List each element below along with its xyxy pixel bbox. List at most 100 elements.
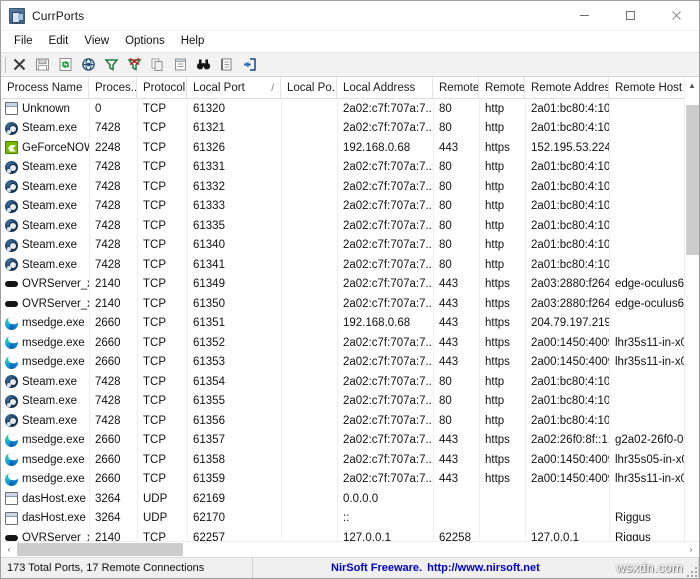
cell-local-address: 2a02:c7f:707a:7...	[337, 99, 433, 119]
table-row[interactable]: OVRServer_x6...2140TCP62257127.0.0.16225…	[1, 528, 699, 541]
cell-process-name: Steam.exe	[1, 177, 89, 197]
table-row[interactable]: msedge.exe2660TCP61351192.168.0.68443htt…	[1, 314, 699, 334]
table-row[interactable]: Steam.exe7428TCP613322a02:c7f:707a:7...8…	[1, 177, 699, 197]
table-body[interactable]: Unknown0TCP613202a02:c7f:707a:7...80http…	[1, 99, 699, 541]
window-icon	[5, 512, 18, 525]
col-local-address[interactable]: Local Address	[337, 77, 433, 99]
cell-remote-port-name: https	[479, 431, 525, 451]
col-process-name[interactable]: Process Name	[1, 77, 89, 99]
table-row[interactable]: Steam.exe7428TCP613542a02:c7f:707a:7...8…	[1, 372, 699, 392]
table-row[interactable]: Steam.exe7428TCP613352a02:c7f:707a:7...8…	[1, 216, 699, 236]
col-remote-port-name[interactable]: Remote ...	[479, 77, 525, 99]
menu-edit[interactable]: Edit	[41, 33, 77, 50]
cell-remote-address: 2a01:bc80:4:10...	[525, 411, 609, 431]
table-row[interactable]: msedge.exe2660TCP613522a02:c7f:707a:7...…	[1, 333, 699, 353]
menu-file[interactable]: File	[6, 33, 41, 50]
cell-process-id: 0	[89, 99, 137, 119]
exit-icon[interactable]	[238, 53, 261, 76]
col-process-id[interactable]: Proces...	[89, 77, 137, 99]
table-row[interactable]: msedge.exe2660TCP613572a02:c7f:707a:7...…	[1, 431, 699, 451]
table-row[interactable]: Steam.exe7428TCP613212a02:c7f:707a:7...8…	[1, 119, 699, 139]
log-icon[interactable]	[215, 53, 238, 76]
cell-remote-port	[433, 489, 479, 509]
cell-remote-address: 2a01:bc80:4:10...	[525, 119, 609, 139]
status-summary: 173 Total Ports, 17 Remote Connections	[1, 558, 253, 578]
close-button[interactable]	[653, 1, 699, 31]
cell-protocol: TCP	[137, 294, 187, 314]
toolbar-separator	[5, 57, 6, 73]
clear-filter-icon[interactable]	[123, 53, 146, 76]
table-row[interactable]: dasHost.exe3264UDP62170::Riggus	[1, 509, 699, 529]
cell-remote-address: 152.195.53.224	[525, 138, 609, 158]
cell-local-port: 61335	[187, 216, 281, 236]
table-row[interactable]: Steam.exe7428TCP613562a02:c7f:707a:7...8…	[1, 411, 699, 431]
menu-help[interactable]: Help	[173, 33, 213, 50]
scroll-left-arrow[interactable]: ‹	[1, 542, 17, 558]
resize-grip[interactable]	[685, 565, 697, 577]
cell-local-address: 2a02:c7f:707a:7...	[337, 177, 433, 197]
table-row[interactable]: dasHost.exe3264UDP621690.0.0.0	[1, 489, 699, 509]
cell-remote-port: 80	[433, 197, 479, 217]
col-remote-port[interactable]: Remote ...	[433, 77, 479, 99]
table-row[interactable]: msedge.exe2660TCP613592a02:c7f:707a:7...…	[1, 470, 699, 490]
cell-process-name: Steam.exe	[1, 216, 89, 236]
vertical-scroll-thumb[interactable]	[686, 105, 699, 255]
menu-options[interactable]: Options	[117, 33, 173, 50]
cell-process-id: 2660	[89, 333, 137, 353]
col-protocol[interactable]: Protocol	[137, 77, 187, 99]
maximize-button[interactable]	[607, 1, 653, 31]
sort-indicator: /	[271, 83, 274, 94]
cell-local-address: 2a02:c7f:707a:7...	[337, 294, 433, 314]
horizontal-scroll-thumb[interactable]	[17, 543, 183, 556]
table-row[interactable]: Steam.exe7428TCP613412a02:c7f:707a:7...8…	[1, 255, 699, 275]
refresh-icon[interactable]	[54, 53, 77, 76]
save-icon[interactable]	[31, 53, 54, 76]
binoculars-icon[interactable]	[192, 53, 215, 76]
nirsoft-brand: NirSoft Freeware.	[331, 562, 422, 574]
cell-remote-port-name: http	[479, 177, 525, 197]
menu-view[interactable]: View	[76, 33, 117, 50]
process-name-text: Steam.exe	[22, 122, 77, 134]
report-icon[interactable]	[169, 53, 192, 76]
horizontal-scroll-track[interactable]	[17, 542, 683, 558]
globe-icon[interactable]	[77, 53, 100, 76]
cell-local-port: 62169	[187, 489, 281, 509]
cell-local-port-name	[281, 216, 337, 236]
table-row[interactable]: msedge.exe2660TCP613582a02:c7f:707a:7...…	[1, 450, 699, 470]
cell-local-address: 2a02:c7f:707a:7...	[337, 353, 433, 373]
table-row[interactable]: OVRServer_x6...2140TCP613502a02:c7f:707a…	[1, 294, 699, 314]
table-row[interactable]: Unknown0TCP613202a02:c7f:707a:7...80http…	[1, 99, 699, 119]
table-row[interactable]: msedge.exe2660TCP613532a02:c7f:707a:7...…	[1, 353, 699, 373]
cell-protocol: TCP	[137, 99, 187, 119]
col-local-port-name[interactable]: Local Po...	[281, 77, 337, 99]
table-row[interactable]: Steam.exe7428TCP613332a02:c7f:707a:7...8…	[1, 197, 699, 217]
table-row[interactable]: Steam.exe7428TCP613552a02:c7f:707a:7...8…	[1, 392, 699, 412]
close-connection-icon[interactable]	[8, 53, 31, 76]
cell-process-id: 2660	[89, 470, 137, 490]
cell-process-name: msedge.exe	[1, 431, 89, 451]
cell-local-port: 61354	[187, 372, 281, 392]
cell-process-id: 2248	[89, 138, 137, 158]
filter-icon[interactable]	[100, 53, 123, 76]
cell-local-address: 2a02:c7f:707a:7...	[337, 372, 433, 392]
vertical-scrollbar[interactable]: ▲ ▼	[684, 77, 699, 557]
scroll-right-arrow[interactable]: ›	[683, 542, 699, 558]
scroll-up-arrow[interactable]: ▲	[685, 77, 700, 93]
horizontal-scrollbar[interactable]: ‹ ›	[1, 541, 699, 557]
cell-remote-port: 443	[433, 353, 479, 373]
minimize-button[interactable]	[561, 1, 607, 31]
nirsoft-link[interactable]: http://www.nirsoft.net	[427, 562, 540, 574]
cell-local-port-name	[281, 528, 337, 541]
col-local-port[interactable]: Local Port/	[187, 77, 281, 99]
cell-process-id: 7428	[89, 255, 137, 275]
copy-icon[interactable]	[146, 53, 169, 76]
cell-remote-port-name: https	[479, 138, 525, 158]
cell-remote-port-name: https	[479, 314, 525, 334]
table-row[interactable]: OVRServer_x6...2140TCP613492a02:c7f:707a…	[1, 275, 699, 295]
table-row[interactable]: Steam.exe7428TCP613312a02:c7f:707a:7...8…	[1, 158, 699, 178]
col-label: Remote ...	[485, 82, 525, 94]
table-row[interactable]: GeForceNOW...2248TCP61326192.168.0.68443…	[1, 138, 699, 158]
cell-remote-port-name: https	[479, 275, 525, 295]
col-remote-address[interactable]: Remote Address	[525, 77, 609, 99]
table-row[interactable]: Steam.exe7428TCP613402a02:c7f:707a:7...8…	[1, 236, 699, 256]
